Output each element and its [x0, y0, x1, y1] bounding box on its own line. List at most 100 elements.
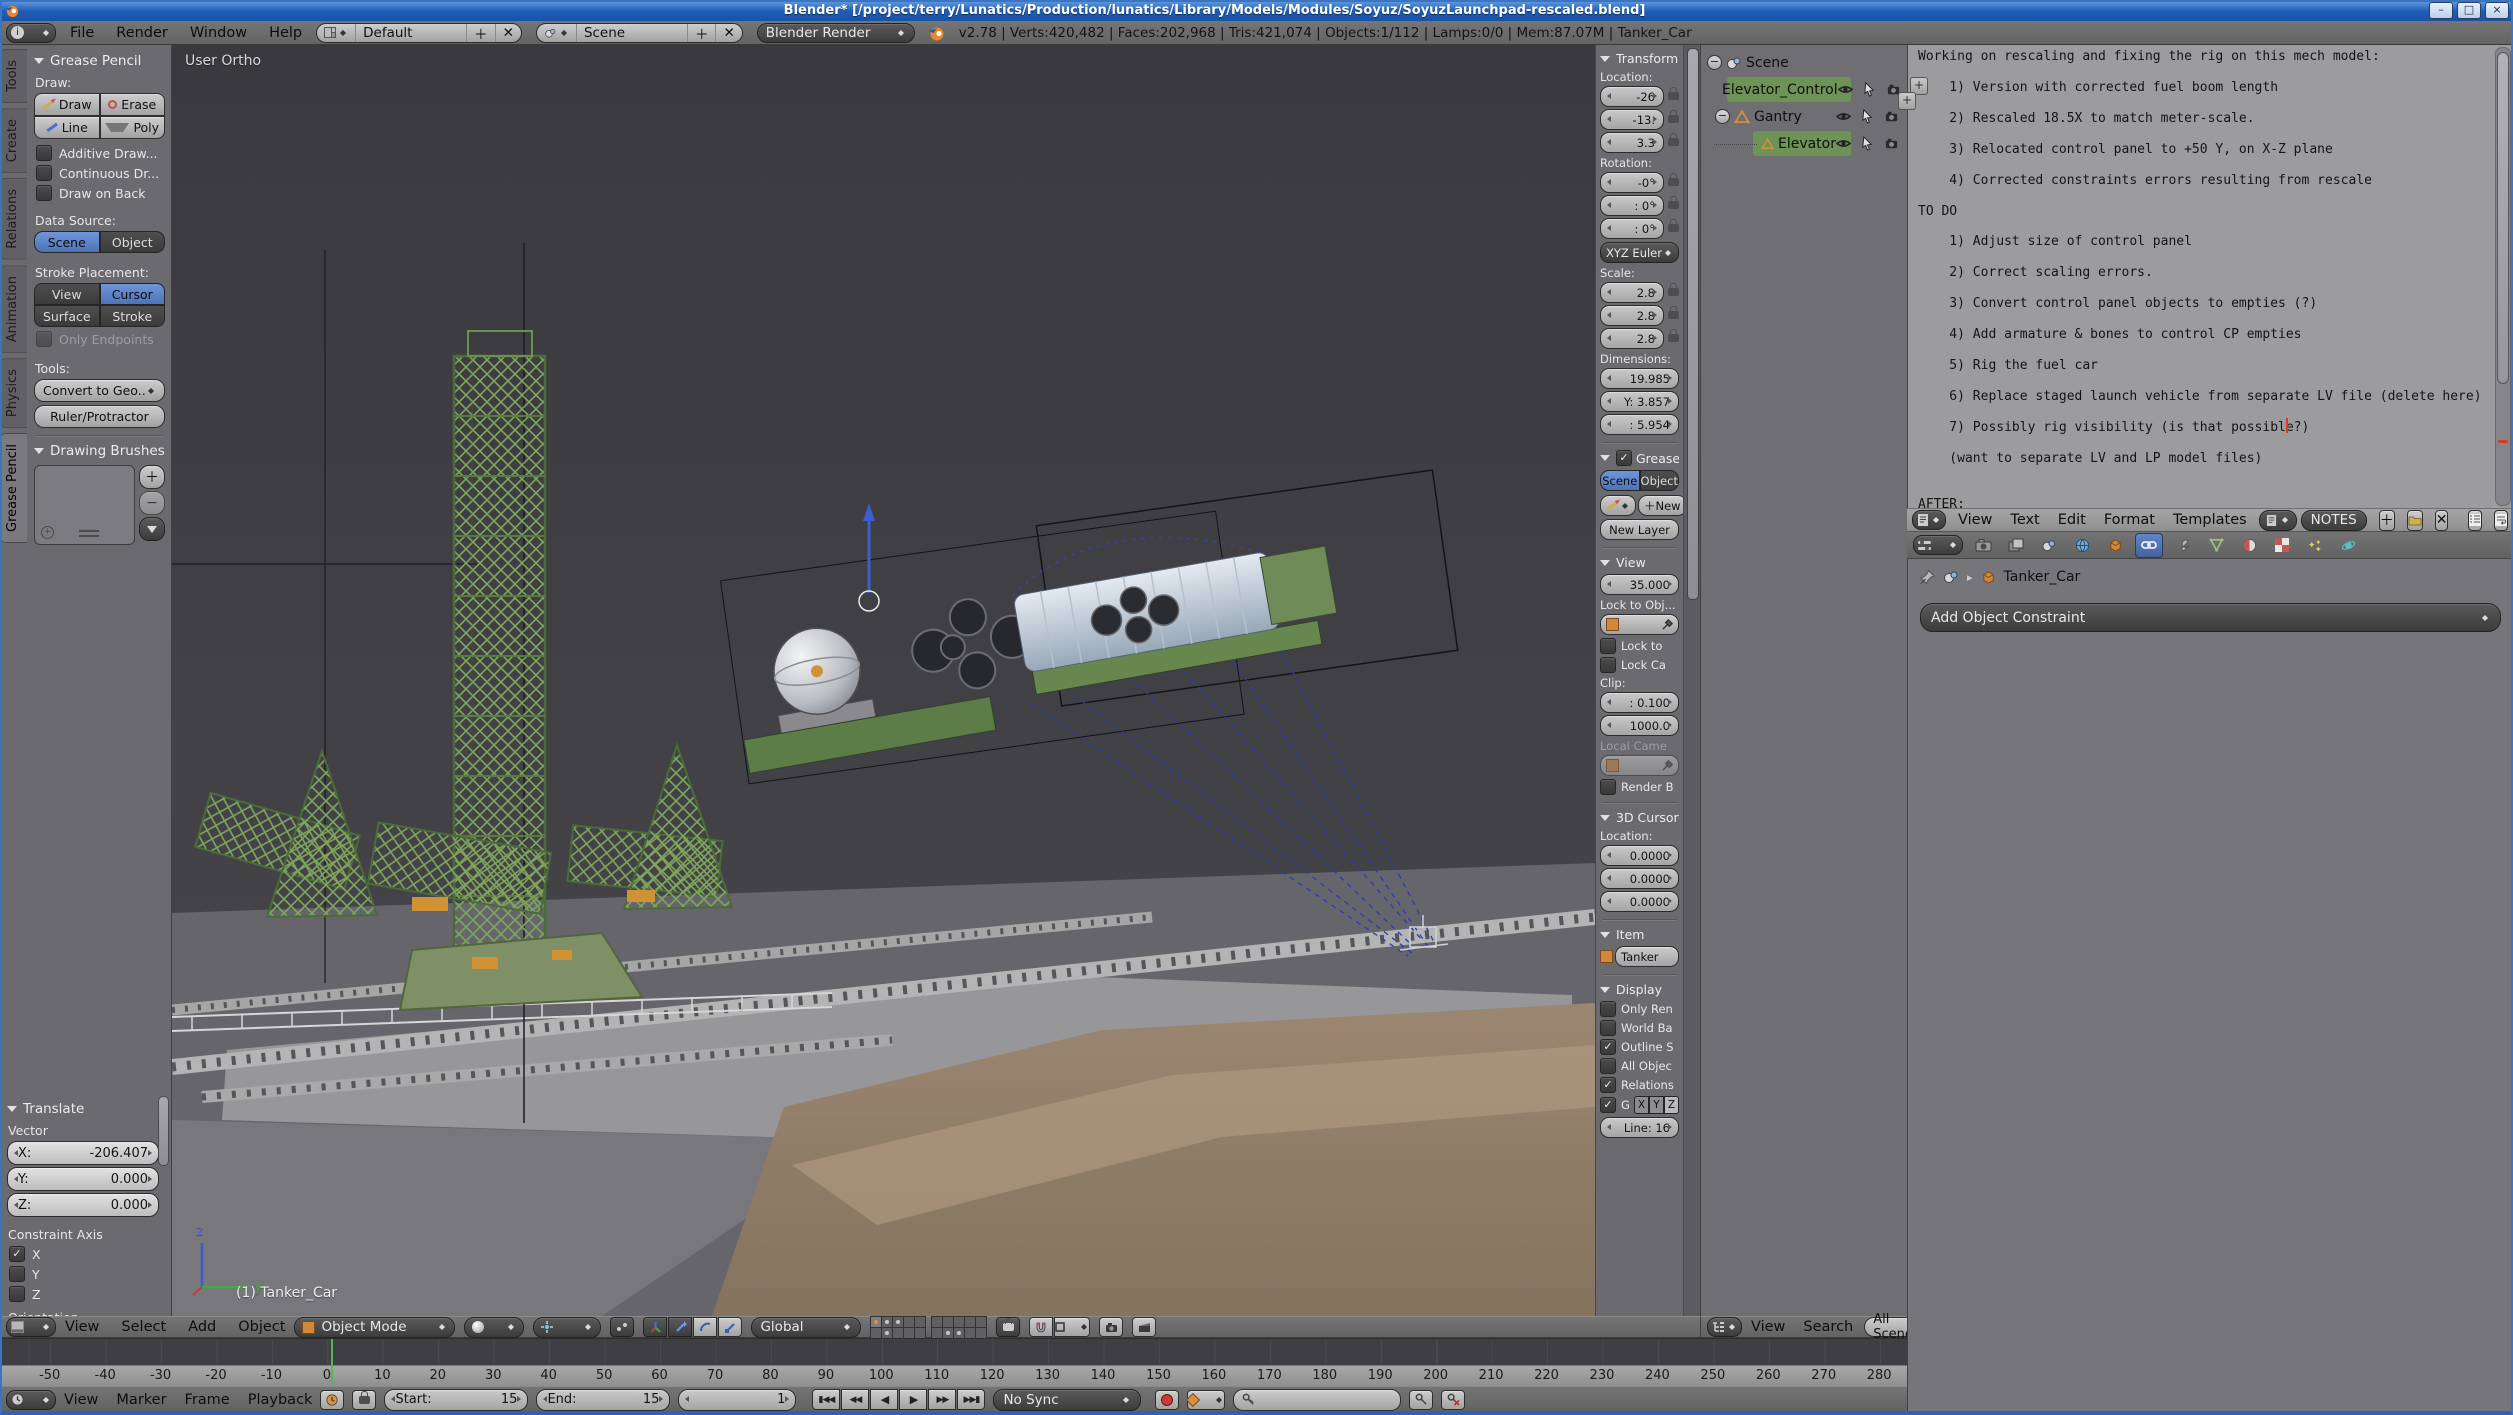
display-panel-header[interactable]: Display: [1600, 982, 1679, 997]
location-y-field[interactable]: -13.: [1600, 109, 1664, 130]
convert-to-geometry-dropdown[interactable]: Convert to Geo...: [34, 379, 165, 402]
editor-type-text-button[interactable]: [1912, 510, 1946, 530]
expand-collapse-icon[interactable]: −: [1707, 55, 1722, 70]
text-line[interactable]: [1918, 157, 2491, 172]
grease-object-toggle[interactable]: Object: [1640, 470, 1680, 491]
text-line[interactable]: [1918, 126, 2491, 141]
manipulator-toggle[interactable]: [643, 1317, 667, 1337]
rotation-y-field[interactable]: : 0°: [1600, 195, 1664, 216]
layout-name[interactable]: Default: [355, 24, 466, 42]
tab-texture[interactable]: [2269, 534, 2295, 557]
scene-name[interactable]: Scene: [576, 24, 687, 42]
tab-grease-pencil[interactable]: Grease Pencil: [0, 433, 27, 543]
text-line[interactable]: 2) Correct scaling errors.: [1918, 265, 2491, 280]
outliner-item-label[interactable]: Gantry: [1754, 109, 1802, 125]
data-source-scene-toggle[interactable]: Scene: [34, 231, 100, 253]
tab-render-layers[interactable]: [2003, 534, 2029, 557]
text-new-button[interactable]: ＋: [2379, 510, 2395, 531]
text-editor[interactable]: Working on rescaling and fixing the rig …: [1907, 45, 2513, 508]
resize-grip-icon[interactable]: [79, 530, 99, 537]
line-numbers-toggle[interactable]: [2468, 510, 2482, 531]
tab-material[interactable]: [2236, 534, 2262, 557]
jump-next-keyframe-button[interactable]: ▶▶: [928, 1389, 956, 1410]
menu-item[interactable]: View: [1958, 512, 1992, 528]
text-line[interactable]: [1918, 466, 2491, 481]
scale-manipulator-toggle[interactable]: [718, 1317, 742, 1337]
vector-x-field[interactable]: X:-206.407: [7, 1141, 159, 1165]
checkbox[interactable]: [1600, 1058, 1616, 1074]
transform-panel-header[interactable]: Transform: [1600, 51, 1679, 66]
timeline-ruler[interactable]: -50-40-30-20-100102030405060708090100110…: [0, 1365, 1907, 1388]
axis-y-checkbox[interactable]: [9, 1266, 25, 1282]
mode-selector[interactable]: Object Mode: [294, 1317, 455, 1338]
delete-keyframe-button[interactable]: [1441, 1390, 1465, 1410]
outliner-item-label[interactable]: Elevator_Control: [1722, 82, 1838, 98]
menu-item[interactable]: View: [1751, 1319, 1785, 1335]
stroke-cursor-toggle[interactable]: Cursor: [100, 283, 166, 305]
pivot-point-selector[interactable]: [533, 1317, 601, 1338]
menu-item[interactable]: Text: [2010, 512, 2039, 528]
lock-range-toggle[interactable]: [352, 1390, 376, 1410]
layout-delete-button[interactable]: ✕: [495, 24, 521, 42]
tab-physics[interactable]: Physics: [0, 358, 27, 428]
tab-object[interactable]: [2102, 534, 2128, 557]
checkbox[interactable]: [1600, 1097, 1616, 1113]
editor-type-outliner-button[interactable]: [1707, 1317, 1742, 1337]
close-button[interactable]: ×: [2485, 2, 2509, 19]
tab-modifiers[interactable]: [2170, 534, 2196, 557]
stroke-view-toggle[interactable]: View: [34, 283, 100, 305]
text-line[interactable]: 4) Corrected constraints errors resultin…: [1918, 173, 2491, 188]
menu-item[interactable]: View: [65, 1319, 99, 1335]
region-expand-button[interactable]: +: [1898, 92, 1916, 110]
axis-x-checkbox[interactable]: [9, 1246, 25, 1262]
filter-plus-icon[interactable]: +: [41, 526, 54, 539]
outliner-row-gantry[interactable]: − Gantry: [1701, 103, 1907, 130]
menu-item[interactable]: Playback: [248, 1392, 313, 1408]
menu-item[interactable]: Search: [1803, 1319, 1853, 1335]
ruler-protractor-button[interactable]: Ruler/Protractor: [34, 405, 165, 428]
vector-z-field[interactable]: Z:0.000: [7, 1193, 159, 1217]
text-line[interactable]: [1918, 281, 2491, 296]
selectability-cursor-icon[interactable]: [1860, 136, 1875, 151]
manipulate-center-points-toggle[interactable]: [610, 1317, 634, 1337]
text-datablock-icon-selector[interactable]: [2259, 510, 2297, 531]
outliner-row-elevator[interactable]: Elevator: [1701, 130, 1907, 157]
opengl-render-image-button[interactable]: [1099, 1317, 1123, 1337]
grease-panel-header[interactable]: Grease: [1600, 450, 1679, 466]
grease-scene-toggle[interactable]: Scene: [1600, 470, 1640, 491]
minimize-button[interactable]: –: [2429, 2, 2453, 19]
text-line[interactable]: [1918, 219, 2491, 234]
data-source-object-toggle[interactable]: Object: [100, 231, 166, 253]
cursor-z-field[interactable]: 0.0000: [1600, 891, 1679, 912]
n-panel-scrollbar[interactable]: [1683, 45, 1700, 1316]
outliner-row-elevator-control[interactable]: Elevator_Control: [1701, 76, 1907, 103]
active-keying-set-field[interactable]: [1233, 1389, 1401, 1411]
axis-z-checkbox[interactable]: [9, 1286, 25, 1302]
tool-shelf-scrollbar[interactable]: [158, 1096, 169, 1166]
rotation-z-field[interactable]: : 0°: [1600, 218, 1664, 239]
lock-icon[interactable]: [1668, 178, 1679, 186]
rotation-x-field[interactable]: -0°: [1600, 172, 1664, 193]
jump-prev-keyframe-button[interactable]: ◀◀: [841, 1389, 869, 1410]
editor-type-info-button[interactable]: i: [6, 23, 56, 43]
expand-collapse-icon[interactable]: −: [1715, 109, 1730, 124]
text-line[interactable]: [1918, 250, 2491, 265]
text-open-button[interactable]: [2407, 510, 2423, 531]
scale-y-field[interactable]: 2.8: [1600, 305, 1664, 326]
scale-z-field[interactable]: 2.8: [1600, 328, 1664, 349]
erase-button[interactable]: Erase: [100, 93, 166, 116]
opengl-render-anim-button[interactable]: [1132, 1317, 1156, 1337]
text-line[interactable]: 4) Add armature & bones to control CP em…: [1918, 327, 2491, 342]
tab-world[interactable]: [2069, 534, 2095, 557]
scene-selector[interactable]: Scene ＋ ✕: [536, 23, 743, 43]
dimension-x-field[interactable]: 19.985: [1600, 368, 1679, 389]
text-line[interactable]: 2) Rescaled 18.5X to match meter-scale.: [1918, 111, 2491, 126]
outliner-item-label[interactable]: Scene: [1746, 55, 1789, 71]
snap-toggle[interactable]: [1029, 1317, 1053, 1337]
tab-tools[interactable]: Tools: [0, 49, 27, 103]
text-line[interactable]: [1918, 435, 2491, 450]
checkbox[interactable]: [1600, 1077, 1616, 1093]
brush-list[interactable]: +: [34, 465, 135, 545]
stroke-stroke-toggle[interactable]: Stroke: [100, 305, 166, 327]
text-line[interactable]: AFTER:: [1918, 497, 2491, 508]
